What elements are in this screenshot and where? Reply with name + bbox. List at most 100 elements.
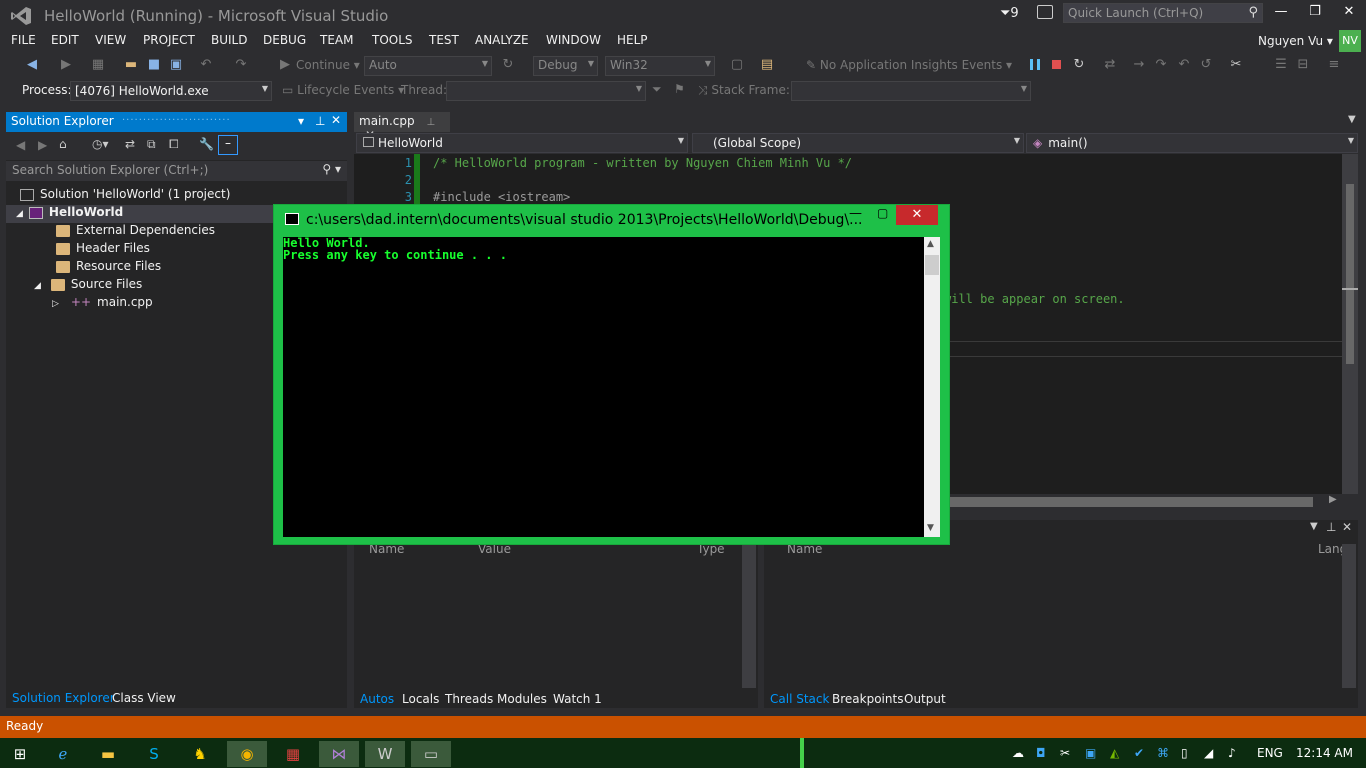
editor-vertical-scrollbar[interactable]	[1342, 154, 1358, 494]
autos-scrollbar[interactable]	[742, 544, 756, 688]
history-icon[interactable]: ◷▾	[92, 137, 109, 151]
flag-icon[interactable]: ⚑	[674, 82, 685, 96]
forward-icon[interactable]: ▶	[58, 57, 74, 73]
volume-icon[interactable]: ♪	[1228, 746, 1236, 760]
tab-output[interactable]: Output	[904, 692, 946, 706]
save-icon[interactable]: ■	[146, 57, 162, 73]
tree-external-dependencies[interactable]: External Dependencies	[56, 223, 215, 241]
tools-icon[interactable]: ✂	[1228, 57, 1244, 73]
pause-icon[interactable]	[1030, 59, 1040, 70]
maximize-button[interactable]: ❐	[1300, 4, 1330, 24]
battery-icon[interactable]: ▯	[1181, 746, 1188, 760]
user-name[interactable]: Nguyen Vu ▾	[1258, 34, 1333, 48]
member-navigator-dropdown[interactable]: ◈ main() ▼	[1026, 133, 1358, 153]
back-icon[interactable]: ◀	[16, 138, 25, 152]
show-next-statement-icon[interactable]: ⇄	[1102, 57, 1118, 73]
quick-launch-input[interactable]: Quick Launch (Ctrl+Q) ⚲	[1063, 3, 1263, 23]
tab-overflow-icon[interactable]: ▼	[1348, 114, 1356, 125]
preview-icon[interactable]: –	[218, 135, 238, 155]
pin-icon[interactable]: ⊥	[1326, 520, 1336, 534]
start-button[interactable]: ⊞	[0, 741, 40, 767]
continue-play-icon[interactable]: ▶	[277, 57, 293, 73]
application-insights-button[interactable]: ✎ No Application Insights Events ▾	[806, 58, 1012, 72]
skype-icon[interactable]: S	[134, 741, 174, 767]
menu-help[interactable]: HELP	[617, 33, 648, 47]
toggle-icon[interactable]: ☰	[1273, 57, 1289, 73]
tab-locals[interactable]: Locals	[402, 692, 439, 706]
menu-build[interactable]: BUILD	[211, 33, 247, 47]
menu-project[interactable]: PROJECT	[143, 33, 195, 47]
lifecycle-events-button[interactable]: ▭ Lifecycle Events ▾	[282, 83, 404, 97]
console-scrollbar[interactable]: ▲ ▼	[924, 237, 940, 537]
find-icon[interactable]: ▢	[729, 57, 745, 73]
console-taskbar-icon[interactable]: ▭	[411, 741, 451, 767]
step-over-icon[interactable]: ↷	[1153, 57, 1169, 73]
scrollbar-thumb[interactable]	[925, 255, 939, 275]
menu-view[interactable]: VIEW	[95, 33, 126, 47]
feedback-icon[interactable]	[1037, 5, 1053, 19]
app-icon[interactable]: ▦	[273, 741, 313, 767]
tab-call-stack[interactable]: Call Stack	[770, 692, 829, 706]
solution-configurations-icon[interactable]: ▤	[759, 57, 775, 73]
visual-studio-taskbar-icon[interactable]: ⋈	[319, 741, 359, 767]
menu-analyze[interactable]: ANALYZE	[475, 33, 529, 47]
file-explorer-icon[interactable]: ▬	[88, 741, 128, 767]
internet-explorer-icon[interactable]: ℯ	[43, 741, 83, 767]
console-maximize-button[interactable]: ▢	[877, 206, 888, 220]
scrollbar-thumb[interactable]	[1346, 184, 1354, 364]
scroll-down-icon[interactable]: ▼	[927, 523, 934, 533]
close-panel-icon[interactable]: ✕	[331, 113, 341, 127]
project-navigator-dropdown[interactable]: HelloWorld ▼	[356, 133, 688, 153]
tab-breakpoints[interactable]: Breakpoints	[832, 692, 903, 706]
onedrive-icon[interactable]: ☁	[1012, 746, 1024, 760]
tree-solution[interactable]: Solution 'HelloWorld' (1 project)	[20, 187, 230, 205]
scroll-up-icon[interactable]: ▲	[927, 239, 934, 249]
tree-source-files[interactable]: ◢ Source Files	[34, 277, 142, 295]
tray-settings-icon[interactable]: ▣	[1085, 746, 1096, 760]
tray-network-app-icon[interactable]: ⌘	[1157, 746, 1169, 760]
notifications-filter[interactable]: ⏷9	[1000, 6, 1019, 21]
tab-solution-explorer[interactable]: Solution Explorer	[12, 691, 115, 705]
editor-horizontal-scrollbar[interactable]	[950, 497, 1313, 507]
stop-icon[interactable]	[1052, 60, 1061, 69]
console-window[interactable]: c:\users\dad.intern\documents\visual stu…	[273, 204, 950, 545]
platform-dropdown[interactable]: Win32 ▼	[605, 56, 715, 76]
back-icon[interactable]: ◀	[24, 57, 40, 73]
open-folder-icon[interactable]: ▬	[123, 57, 139, 73]
menu-debug[interactable]: DEBUG	[263, 33, 306, 47]
tab-watch-1[interactable]: Watch 1	[553, 692, 602, 706]
filter-icon[interactable]: ⏷	[652, 82, 662, 97]
properties-icon[interactable]: 🔧	[199, 137, 214, 151]
dropdown-arrow-icon[interactable]: ▾	[298, 114, 304, 128]
scroll-right-icon[interactable]: ▶	[1329, 494, 1337, 505]
dropdown-arrow-icon[interactable]: ▼	[1310, 521, 1318, 532]
pin-icon[interactable]: ⊥	[426, 117, 435, 128]
menu-team[interactable]: TEAM	[320, 33, 353, 47]
process-dropdown[interactable]: [4076] HelloWorld.exe ▼	[70, 81, 272, 101]
configuration-dropdown[interactable]: Debug ▼	[533, 56, 598, 76]
chrome-icon[interactable]: ◉	[227, 741, 267, 767]
layout-icon[interactable]: ⊟	[1295, 57, 1311, 73]
undo-icon[interactable]: ↶	[198, 57, 214, 73]
clock[interactable]: 12:14 AM	[1296, 746, 1353, 760]
tree-main-cpp[interactable]: ▷ ++ main.cpp	[52, 295, 153, 313]
nvidia-icon[interactable]: ◭	[1110, 746, 1119, 760]
save-all-icon[interactable]: ▣	[168, 57, 184, 73]
solution-explorer-search[interactable]: Search Solution Explorer (Ctrl+;) ⚲ ▾	[6, 161, 347, 181]
close-button[interactable]: ✕	[1334, 4, 1364, 24]
forward-icon[interactable]: ▶	[38, 138, 47, 152]
tab-main-cpp[interactable]: main.cpp ⊥ ✕	[354, 112, 450, 142]
tab-threads[interactable]: Threads	[445, 692, 493, 706]
console-close-button[interactable]: ✕	[896, 205, 938, 225]
auto-dropdown[interactable]: Auto ▼	[364, 56, 492, 76]
minimize-button[interactable]: —	[1266, 4, 1296, 24]
restart-icon[interactable]: ↻	[1071, 57, 1087, 73]
stack-frame-dropdown[interactable]: ▼	[791, 81, 1031, 101]
collapse-all-icon[interactable]: ⧉	[147, 137, 156, 152]
tab-class-view[interactable]: Class View	[112, 691, 176, 705]
continue-button[interactable]: Continue ▾	[296, 58, 360, 72]
tree-resource-files[interactable]: Resource Files	[56, 259, 161, 277]
redo-icon[interactable]: ↷	[233, 57, 249, 73]
indent-icon[interactable]: ≡	[1326, 57, 1342, 73]
wifi-icon[interactable]: ◢	[1204, 746, 1213, 760]
